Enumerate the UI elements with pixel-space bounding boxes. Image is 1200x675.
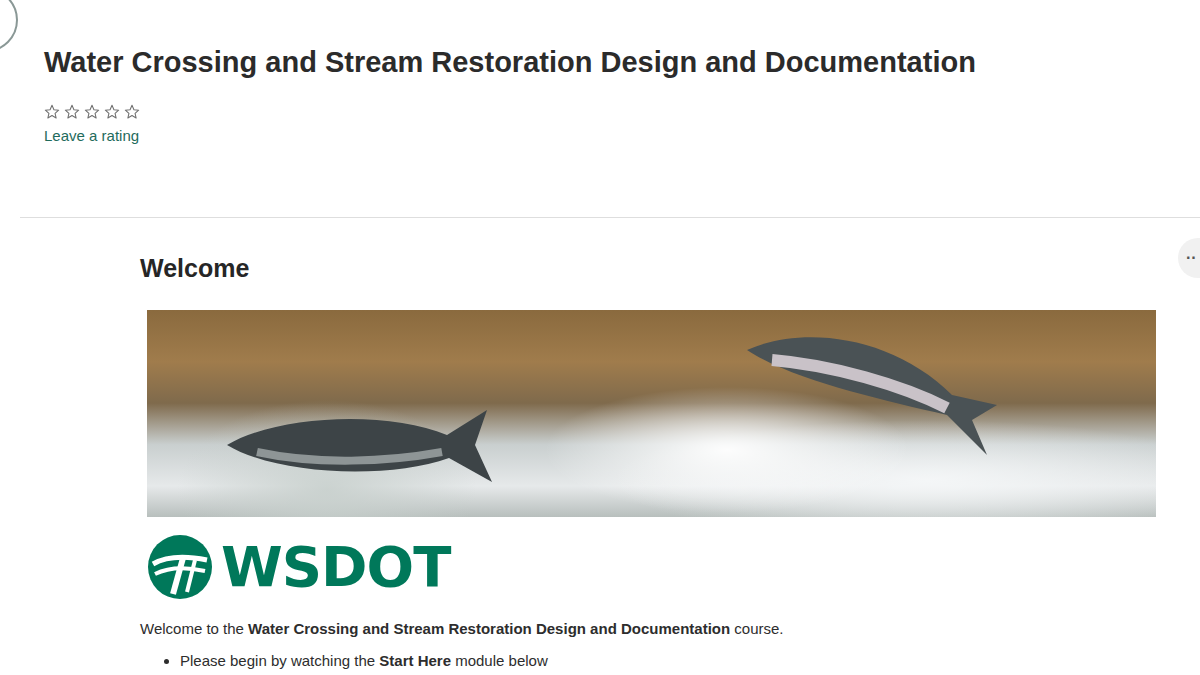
text-segment: Water Crossing and Stream Restoration De… — [248, 620, 730, 637]
wsdot-logo-text: WSDOT — [221, 537, 450, 597]
star-icon[interactable] — [44, 104, 60, 120]
wsdot-emblem-icon — [147, 534, 213, 600]
fish-icon — [742, 320, 1012, 460]
star-icon[interactable] — [84, 104, 100, 120]
course-header: Water Crossing and Stream Restoration De… — [0, 0, 1200, 217]
text-segment: course. — [730, 620, 783, 637]
wsdot-logo: WSDOT — [147, 533, 1156, 600]
star-icon[interactable] — [124, 104, 140, 120]
divider — [20, 217, 1200, 218]
text-segment: Start Here — [379, 652, 451, 669]
more-button[interactable]: ·· — [1178, 238, 1200, 278]
welcome-heading: Welcome — [140, 253, 1156, 283]
star-icon[interactable] — [64, 104, 80, 120]
course-title: Water Crossing and Stream Restoration De… — [44, 44, 1200, 80]
text-segment: Please begin by watching the — [180, 652, 379, 669]
banner-photo — [147, 310, 1156, 517]
text-segment: Welcome to the — [140, 620, 248, 637]
star-icon[interactable] — [104, 104, 120, 120]
text-segment: module below — [451, 652, 548, 669]
avatar-button[interactable] — [0, 0, 18, 52]
instruction-list: Please begin by watching the Start Here … — [140, 650, 1156, 672]
welcome-section: Welcome WSDOT Welcome to the Water Crossin… — [0, 253, 1156, 672]
leave-rating-link[interactable]: Leave a rating — [44, 127, 139, 145]
star-rating[interactable] — [44, 104, 1200, 120]
instruction-item: Please begin by watching the Start Here … — [180, 650, 1156, 672]
intro-text: Welcome to the Water Crossing and Stream… — [140, 618, 1156, 640]
fish-icon — [217, 390, 497, 490]
